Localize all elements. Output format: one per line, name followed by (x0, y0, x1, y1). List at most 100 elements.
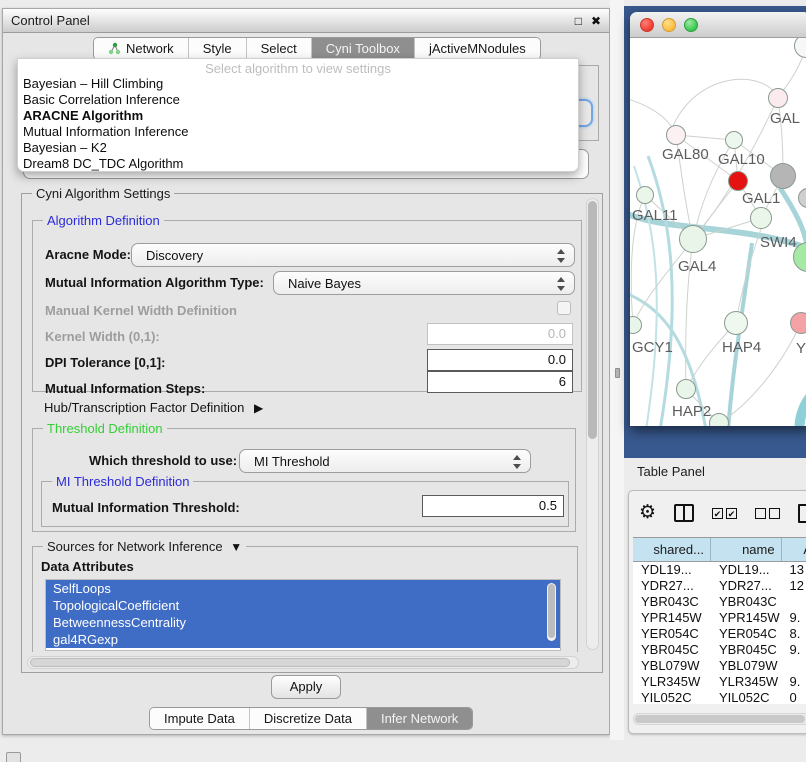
hub-definition-label[interactable]: Hub/Transcription Factor Definition ▶ (44, 400, 263, 415)
table-column-header[interactable]: A (782, 538, 806, 561)
close-traffic-light[interactable] (640, 18, 654, 32)
deselect-all-icon[interactable] (755, 508, 780, 519)
node-gal80[interactable] (666, 125, 686, 145)
table-cell: YPR145W (711, 610, 782, 626)
table-row[interactable]: YBR043CYBR043C (633, 594, 806, 610)
threshold-definition-group: Threshold Definition Which threshold to … (32, 428, 576, 532)
node-pink-right[interactable] (790, 312, 806, 334)
which-threshold-combo[interactable]: MI Threshold (239, 449, 531, 473)
node-gal1[interactable] (750, 207, 772, 229)
node-hap2-label: HAP2 (672, 403, 711, 420)
aracne-mode-label: Aracne Mode: (45, 247, 131, 262)
data-attribute-item[interactable]: gal4RGexp (46, 631, 560, 648)
mi-type-value: Naive Bayes (288, 276, 361, 291)
node-red[interactable] (728, 171, 748, 191)
tab-select[interactable]: Select (247, 38, 312, 59)
bottom-left-widget[interactable] (6, 752, 21, 762)
table-row[interactable]: YPR145WYPR145W9. (633, 610, 806, 626)
network-canvas[interactable]: GALGAL80GAL10GAL1GAL11GAL4SWI4GCY1HAP4YH… (630, 38, 806, 426)
algorithm-dropdown-popup: Select algorithm to view settings Bayesi… (17, 58, 579, 172)
table-row[interactable]: YER054CYER054C8. (633, 626, 806, 642)
tab-jactivemnodules[interactable]: jActiveMNodules (415, 38, 540, 59)
mi-type-label: Mutual Information Algorithm Type: (45, 275, 264, 290)
bottom-tab-discretize-data[interactable]: Discretize Data (250, 708, 367, 729)
node-gal10[interactable] (725, 131, 743, 149)
document-icon[interactable] (798, 504, 806, 523)
data-attribute-item[interactable]: BetweennessCentrality (46, 614, 560, 631)
algorithm-popup-item[interactable]: Dream8 DC_TDC Algorithm (18, 156, 578, 172)
node-hap2[interactable] (676, 379, 696, 399)
table-cell: 9. (782, 674, 806, 690)
threshold-definition-title: Threshold Definition (43, 421, 167, 436)
float-window-icon[interactable]: □ (575, 15, 582, 27)
node-gal-top[interactable] (768, 88, 788, 108)
divider-handle[interactable] (615, 368, 620, 378)
algorithm-popup-item[interactable]: Mutual Information Inference (18, 124, 578, 140)
node-gray[interactable] (770, 163, 796, 189)
table-cell: 9. (782, 642, 806, 658)
table-cell (782, 658, 806, 674)
node-bottom-partial[interactable] (709, 413, 729, 426)
hub-definition-text: Hub/Transcription Factor Definition (44, 400, 244, 415)
expand-right-triangle-icon[interactable]: ▶ (254, 401, 263, 415)
tab-cyni-toolbox[interactable]: Cyni Toolbox (312, 38, 415, 59)
bottom-tab-label: Discretize Data (264, 711, 352, 726)
tab-network[interactable]: Network (94, 38, 189, 59)
mi-type-combo[interactable]: Naive Bayes (273, 271, 575, 295)
data-attribute-item[interactable]: TopologicalCoefficient (46, 597, 560, 614)
collapse-down-triangle-icon[interactable]: ▼ (230, 540, 242, 554)
table-cell: 9. (782, 610, 806, 626)
bottom-tab-infer-network[interactable]: Infer Network (367, 708, 472, 729)
table-panel-card: ⚙ ✔✔ shared...nameA YDL19...YDL19...13YD… (628, 490, 806, 734)
table-column-header[interactable]: shared... (633, 538, 711, 561)
aracne-mode-combo[interactable]: Discovery (131, 243, 575, 267)
algorithm-popup-item[interactable]: Bayesian – Hill Climbing (18, 76, 578, 92)
mi-threshold-field[interactable]: 0.5 (422, 495, 564, 517)
apply-button[interactable]: Apply (271, 675, 341, 699)
table-horizontal-scrollbar[interactable] (633, 713, 806, 725)
table-row[interactable]: YBL079WYBL079W (633, 658, 806, 674)
bottom-tab-label: Impute Data (164, 711, 235, 726)
table-row[interactable]: YLR345WYLR345W9. (633, 674, 806, 690)
table-row[interactable]: YDL19...YDL19...13 (633, 562, 806, 578)
mi-threshold-group-title: MI Threshold Definition (52, 474, 193, 489)
table-row[interactable]: YIL052CYIL052C0 (633, 690, 806, 704)
combo-stepper-icon (556, 248, 565, 264)
control-panel-titlebar: Control Panel □ ✖ (3, 9, 609, 33)
algorithm-popup-item[interactable]: Basic Correlation Inference (18, 92, 578, 108)
close-window-icon[interactable]: ✖ (591, 15, 601, 27)
algorithm-popup-item[interactable]: ARACNE Algorithm (18, 108, 578, 124)
column-split-icon[interactable] (674, 504, 694, 522)
table-row[interactable]: YBR045CYBR045C9. (633, 642, 806, 658)
minimize-traffic-light[interactable] (662, 18, 676, 32)
bottom-tab-impute-data[interactable]: Impute Data (150, 708, 250, 729)
table-cell: YER054C (633, 626, 711, 642)
node-gal4[interactable] (679, 225, 707, 253)
dpi-tolerance-field[interactable]: 0.0 (427, 349, 573, 371)
attributes-list-scrollbar[interactable] (547, 583, 556, 641)
node-gal4-label: GAL4 (678, 258, 716, 275)
table-header-row: shared...nameA (633, 537, 806, 562)
node-gal1-label: GAL1 (742, 190, 780, 207)
manual-kernel-checkbox[interactable] (557, 301, 571, 315)
table-cell: YBL079W (711, 658, 782, 674)
tab-style[interactable]: Style (189, 38, 247, 59)
tab-label: Style (203, 41, 232, 56)
table-cell: YBR043C (711, 594, 782, 610)
table-column-header[interactable]: name (711, 538, 782, 561)
cyni-bottom-tabbar: Impute Data Discretize Data Infer Network (149, 707, 473, 730)
table-rows: YDL19...YDL19...13YDR27...YDR27...12YBR0… (633, 562, 806, 704)
mi-steps-field[interactable]: 6 (427, 371, 573, 393)
node-hap4[interactable] (724, 311, 748, 335)
settings-horizontal-scrollbar[interactable] (27, 656, 579, 669)
algorithm-popup-item[interactable]: Bayesian – K2 (18, 140, 578, 156)
data-attribute-item[interactable]: SelfLoops (46, 580, 560, 597)
settings-gear-icon[interactable]: ⚙ (639, 503, 656, 523)
settings-vertical-scrollbar[interactable] (586, 198, 599, 650)
select-all-icon[interactable]: ✔✔ (712, 508, 737, 519)
table-cell: YIL052C (711, 690, 782, 704)
kernel-width-field[interactable]: 0.0 (427, 323, 573, 345)
table-row[interactable]: YDR27...YDR27...12 (633, 578, 806, 594)
node-gal11[interactable] (636, 186, 654, 204)
zoom-traffic-light[interactable] (684, 18, 698, 32)
